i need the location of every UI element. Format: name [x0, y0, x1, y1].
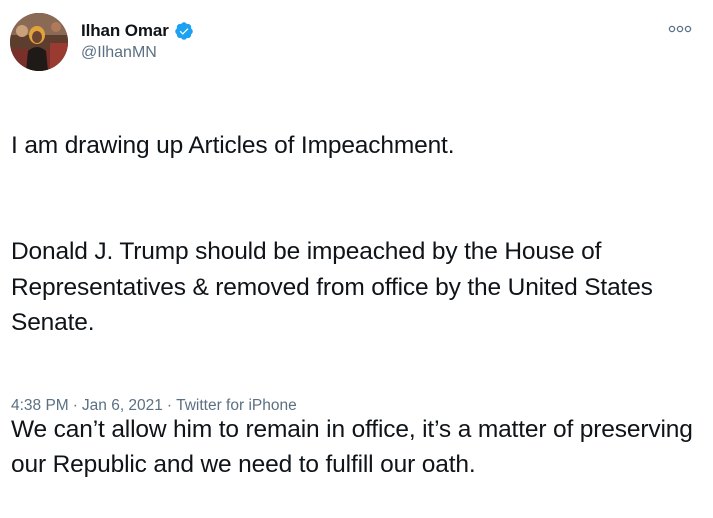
tweet-source[interactable]: Twitter for iPhone — [176, 397, 297, 415]
tweet-time[interactable]: 4:38 PM — [11, 397, 69, 415]
tweet-text: I am drawing up Articles of Impeachment.… — [11, 92, 701, 518]
tweet-metadata: 4:38 PM · Jan 6, 2021 · Twitter for iPho… — [11, 397, 297, 415]
tweet-paragraph: I am drawing up Articles of Impeachment. — [11, 131, 455, 159]
user-handle[interactable]: @IlhanMN — [81, 44, 157, 62]
avatar-image — [10, 13, 68, 71]
tweet-card: Ilhan Omar @IlhanMN I am drawing up Arti… — [0, 0, 713, 478]
tweet-paragraph: We can’t allow him to remain in office, … — [11, 415, 693, 479]
separator-dot: · — [166, 397, 173, 414]
tweet-paragraph: Donald J. Trump should be impeached by t… — [11, 238, 653, 336]
name-row: Ilhan Omar — [81, 21, 194, 41]
profile-avatar[interactable] — [10, 13, 68, 71]
more-options-icon[interactable] — [667, 22, 693, 36]
verified-badge-icon — [174, 21, 194, 41]
separator-dot: · — [72, 397, 78, 414]
display-name[interactable]: Ilhan Omar — [81, 21, 169, 41]
tweet-date[interactable]: Jan 6, 2021 — [82, 397, 163, 415]
